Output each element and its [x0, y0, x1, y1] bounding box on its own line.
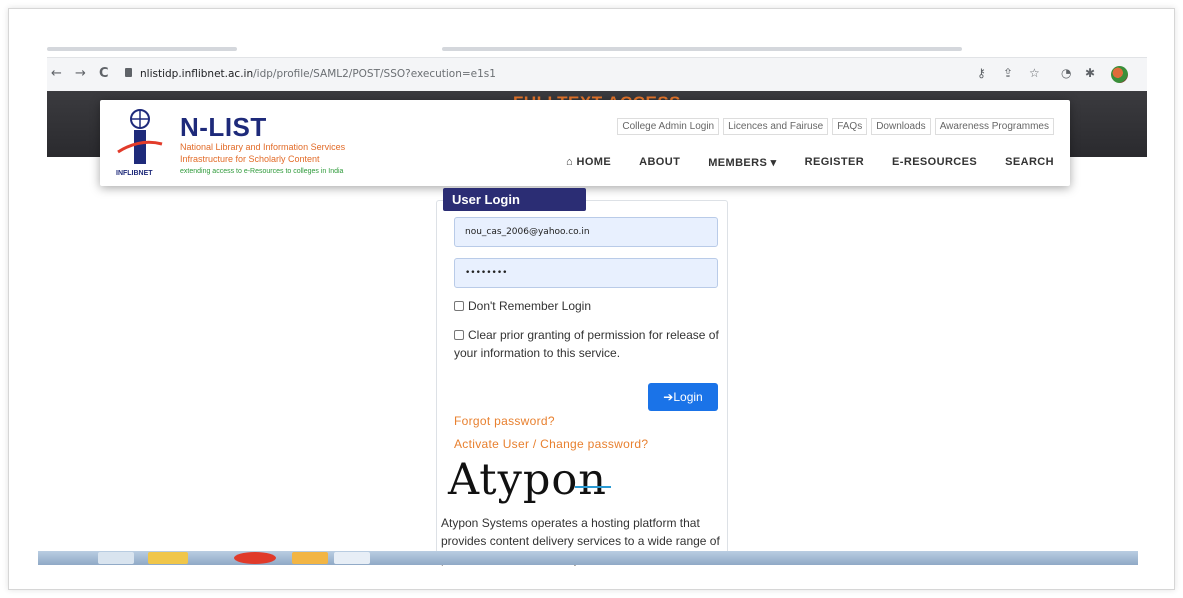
- key-icon[interactable]: ⚷: [977, 66, 986, 80]
- password-field[interactable]: ••••••••: [454, 258, 718, 288]
- os-taskbar: [38, 551, 1138, 565]
- url-path: /idp/profile/SAML2/POST/SSO?execution=e1…: [253, 68, 496, 80]
- profile-avatar[interactable]: [1111, 66, 1128, 83]
- brand-title: N-LIST: [180, 112, 267, 142]
- brand-subtitle: Infrastructure for Scholarly Content: [180, 154, 320, 164]
- downloads-link[interactable]: Downloads: [871, 118, 931, 135]
- taskbar-app[interactable]: [234, 552, 276, 564]
- sign-in-icon: ➔: [663, 390, 674, 404]
- atypon-logo-accent: [575, 486, 611, 488]
- nav-e-resources[interactable]: E-RESOURCES: [892, 156, 977, 169]
- username-field[interactable]: nou_cas_2006@yahoo.co.in: [454, 217, 718, 247]
- login-button[interactable]: ➔Login: [648, 383, 718, 411]
- nav-search[interactable]: SEARCH: [1005, 156, 1054, 169]
- forward-icon[interactable]: →: [75, 66, 86, 81]
- back-icon[interactable]: ←: [51, 66, 62, 81]
- nav-members[interactable]: MEMBERS ▾: [708, 156, 776, 169]
- awareness-link[interactable]: Awareness Programmes: [934, 118, 1054, 135]
- taskbar-app[interactable]: [334, 552, 370, 564]
- clear-permission-checkbox[interactable]: [454, 330, 464, 340]
- star-icon[interactable]: ☆: [1029, 66, 1040, 80]
- nav-home-label: HOME: [576, 156, 612, 168]
- forgot-password-link[interactable]: Forgot password?: [454, 414, 555, 428]
- brand-tagline: extending access to e-Resources to colle…: [180, 168, 344, 175]
- dont-remember-row: Don't Remember Login: [454, 297, 724, 315]
- faqs-link[interactable]: FAQs: [832, 118, 868, 135]
- browser-tab-strip: [47, 47, 1147, 53]
- extension-icon[interactable]: ◔: [1061, 66, 1071, 80]
- clear-permission-row: Clear prior granting of permission for r…: [454, 326, 724, 362]
- login-panel: [436, 200, 728, 560]
- login-title: User Login: [443, 188, 586, 211]
- nav-register[interactable]: REGISTER: [805, 156, 864, 169]
- activate-user-link[interactable]: Activate User / Change password?: [454, 437, 648, 451]
- inflibnet-logo[interactable]: INFLIBNET: [114, 108, 166, 178]
- puzzle-icon[interactable]: ✱: [1085, 66, 1095, 80]
- browser-tab[interactable]: [442, 47, 962, 51]
- taskbar-app[interactable]: [98, 552, 134, 564]
- login-button-label: Login: [673, 390, 703, 404]
- nav-about[interactable]: ABOUT: [639, 156, 680, 169]
- site-header: INFLIBNET N-LIST National Library and In…: [100, 100, 1070, 186]
- college-admin-login-link[interactable]: College Admin Login: [617, 118, 720, 135]
- reload-icon[interactable]: C: [99, 66, 109, 81]
- lock-icon[interactable]: [125, 68, 132, 77]
- clear-permission-label: Clear prior granting of permission for r…: [454, 328, 719, 360]
- nav-home[interactable]: ⌂ HOME: [566, 156, 611, 169]
- brand-subtitle: National Library and Information Service…: [180, 142, 346, 152]
- dont-remember-label: Don't Remember Login: [468, 299, 592, 313]
- svg-text:INFLIBNET: INFLIBNET: [116, 170, 153, 177]
- taskbar-app[interactable]: [292, 552, 328, 564]
- atypon-logo[interactable]: Atypon: [448, 455, 607, 505]
- home-icon: ⌂: [565, 156, 577, 168]
- address-bar[interactable]: nlistidp.inflibnet.ac.in/idp/profile/SAM…: [140, 68, 496, 80]
- taskbar-app[interactable]: [148, 552, 188, 564]
- browser-tab[interactable]: [47, 47, 237, 51]
- url-host: nlistidp.inflibnet.ac.in: [140, 68, 254, 80]
- browser-toolbar: ← → C nlistidp.inflibnet.ac.in/idp/profi…: [47, 57, 1147, 91]
- licences-link[interactable]: Licences and Fairuse: [723, 118, 829, 135]
- dont-remember-checkbox[interactable]: [454, 301, 464, 311]
- share-icon[interactable]: ⇪: [1003, 66, 1013, 80]
- main-nav: ⌂ HOME ABOUT MEMBERS ▾ REGISTER E-RESOUR…: [566, 156, 1054, 169]
- top-links: College Admin Login Licences and Fairuse…: [617, 118, 1054, 135]
